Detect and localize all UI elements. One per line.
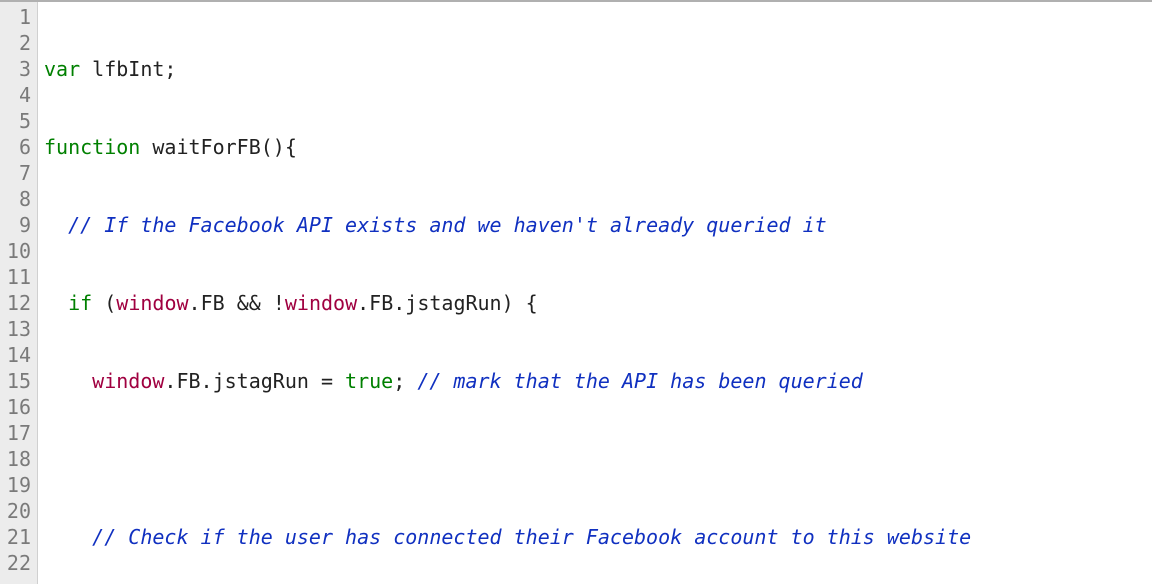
code-area[interactable]: var lfbInt; function waitForFB(){ // If …: [38, 2, 1152, 584]
code-line: var lfbInt;: [44, 56, 1152, 82]
code-line: // Check if the user has connected their…: [44, 524, 1152, 550]
line-number: 2: [0, 30, 37, 56]
line-number: 15: [0, 368, 37, 394]
line-number: 3: [0, 56, 37, 82]
line-number: 19: [0, 472, 37, 498]
line-number-gutter: 1 2 3 4 5 6 7 8 9 10 11 12 13 14 15 16 1…: [0, 2, 38, 584]
code-line: // If the Facebook API exists and we hav…: [44, 212, 1152, 238]
code-line: [44, 446, 1152, 472]
line-number: 22: [0, 550, 37, 576]
line-number: 7: [0, 160, 37, 186]
line-number: 13: [0, 316, 37, 342]
line-number: 12: [0, 290, 37, 316]
line-number: 18: [0, 446, 37, 472]
line-number: 20: [0, 498, 37, 524]
line-number: 1: [0, 4, 37, 30]
line-number: 4: [0, 82, 37, 108]
line-number: 10: [0, 238, 37, 264]
code-line: window.FB.jstagRun = true; // mark that …: [44, 368, 1152, 394]
code-line: if (window.FB && !window.FB.jstagRun) {: [44, 290, 1152, 316]
code-editor: 1 2 3 4 5 6 7 8 9 10 11 12 13 14 15 16 1…: [0, 0, 1152, 584]
line-number: 9: [0, 212, 37, 238]
line-number: 8: [0, 186, 37, 212]
line-number: 14: [0, 342, 37, 368]
line-number: 6: [0, 134, 37, 160]
line-number: 16: [0, 394, 37, 420]
line-number: 21: [0, 524, 37, 550]
code-line: function waitForFB(){: [44, 134, 1152, 160]
line-number: 17: [0, 420, 37, 446]
line-number: 5: [0, 108, 37, 134]
line-number: 11: [0, 264, 37, 290]
